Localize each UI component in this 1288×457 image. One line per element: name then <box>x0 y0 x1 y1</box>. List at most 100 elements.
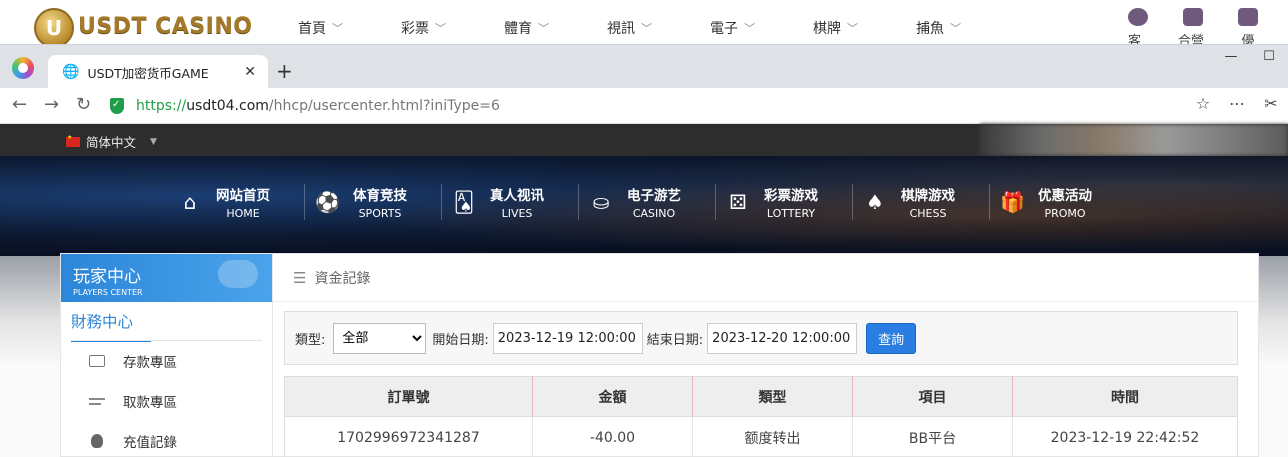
col-order-no: 訂單號 <box>284 376 533 417</box>
chevron-down-icon: ﹀ <box>641 22 652 35</box>
table-header-row: 訂單號 金額 類型 項目 時間 <box>284 376 1238 417</box>
promo-link[interactable]: 優 <box>1238 8 1258 46</box>
cash-icon <box>89 395 105 407</box>
chevron-down-icon: ﹀ <box>950 22 961 35</box>
money-bag-icon <box>91 434 103 448</box>
sidebar-item-deposit[interactable]: 存款專區 <box>61 341 272 381</box>
browser-tab[interactable]: 🌐 USDT加密货币GAME ✕ <box>48 55 268 89</box>
window-controls: — ☐ <box>1212 49 1288 64</box>
main-banner: ⌂ 网站首页 HOME ⚽ 体育竞技 SPORTS 🂡 真人视讯 LIVES ⛀ 电子游艺 CA… <box>0 156 1288 256</box>
col-amount: 金額 <box>532 376 693 417</box>
nav-chess[interactable]: ♠ 棋牌游戏 CHESS <box>853 184 990 220</box>
browser-logo-icon[interactable] <box>12 57 34 79</box>
support-link[interactable]: 客服 <box>1128 8 1148 46</box>
type-label: 類型: <box>295 332 326 348</box>
player-sidebar: 玩家中心 PLAYERS CENTER 財務中心 存款專區 取款專區 充值記錄 <box>60 253 273 457</box>
spade-icon: ♠ <box>866 190 884 214</box>
nav-casino[interactable]: ⛀ 电子游艺 CASINO <box>579 184 716 220</box>
gamepad-icon <box>218 260 258 288</box>
home-icon: ⌂ <box>183 190 197 214</box>
logo-coin-icon: U <box>34 8 74 46</box>
nav-lives[interactable]: 🂡 真人视讯 LIVES <box>442 184 579 220</box>
reload-icon[interactable]: ↻ <box>76 94 91 115</box>
card-icon <box>89 355 105 367</box>
dice-icon: ⚄ <box>729 190 747 214</box>
star-icon[interactable]: ☆ <box>1186 94 1220 113</box>
chat-icon <box>1128 8 1148 26</box>
sidebar-subtitle: PLAYERS CENTER <box>73 288 143 297</box>
sidebar-section-title[interactable]: 財務中心 <box>71 310 151 342</box>
chevron-down-icon: ﹀ <box>538 22 549 35</box>
more-icon[interactable]: ⋯ <box>1220 94 1254 113</box>
people-icon <box>1183 8 1203 26</box>
maximize-icon[interactable]: ☐ <box>1250 49 1288 64</box>
nav-lottery[interactable]: ⚄ 彩票游戏 LOTTERY <box>716 184 853 220</box>
col-time: 時間 <box>1012 376 1238 417</box>
records-table: 訂單號 金額 類型 項目 時間 1702996972341287 -40.00 … <box>284 376 1238 457</box>
search-button[interactable]: 查詢 <box>866 322 917 354</box>
partner-link[interactable]: 合營夥伴 <box>1178 8 1208 46</box>
site-logo[interactable]: U USDT CASINO <box>34 8 253 46</box>
blurred-area <box>980 124 1288 156</box>
panel-title: 資金記錄 <box>314 270 371 287</box>
sidebar-header: 玩家中心 PLAYERS CENTER <box>61 254 272 302</box>
cell-order-no: 1702996972341287 <box>284 416 533 457</box>
start-date-input[interactable] <box>492 322 643 354</box>
start-date-label: 開始日期: <box>432 332 489 348</box>
cell-time: 2023-12-19 22:42:52 <box>1050 429 1200 446</box>
cards-icon: 🂡 <box>453 190 475 214</box>
nav-home[interactable]: ⌂ 网站首页 HOME <box>168 184 305 220</box>
site-nav: 首頁 ﹀ 彩票 ﹀ 體育 ﹀ 視訊 ﹀ 電子 ﹀ 棋牌 ﹀ 捕魚 ﹀ <box>298 18 1019 38</box>
site-nav-item[interactable]: 棋牌 ﹀ <box>813 18 916 38</box>
site-header: U USDT CASINO 首頁 ﹀ 彩票 ﹀ 體育 ﹀ 視訊 ﹀ 電子 ﹀ 棋牌 ﹀ 捕魚… <box>0 0 1288 46</box>
cell-amount: -40.00 <box>532 416 693 457</box>
address-actions: ☆ ⋯ ✂ <box>1186 94 1288 113</box>
chevron-down-icon: ﹀ <box>847 22 858 35</box>
new-tab-button[interactable]: + <box>276 59 293 83</box>
url-text: https://usdt04.com/hhcp/usercenter.html?… <box>136 98 500 114</box>
end-date-input[interactable] <box>707 322 858 354</box>
url-field[interactable]: https://usdt04.com/hhcp/usercenter.html?… <box>110 92 1260 120</box>
cell-item: BB平台 <box>852 416 1013 457</box>
language-bar: 简体中文 ▼ <box>0 124 1288 156</box>
slot-icon: ⛀ <box>592 190 610 214</box>
panel-header: ☰ 資金記錄 <box>273 254 1258 302</box>
type-select[interactable]: 全部 <box>333 322 427 354</box>
site-nav-item[interactable]: 視訊 ﹀ <box>607 18 710 38</box>
address-bar: ← → ↻ https://usdt04.com/hhcp/usercenter… <box>0 88 1288 124</box>
forward-icon[interactable]: → <box>44 94 59 115</box>
site-nav-item[interactable]: 捕魚 ﹀ <box>916 18 1019 38</box>
nav-promo[interactable]: 🎁 优惠活动 PROMO <box>990 184 1127 220</box>
logo-text: USDT CASINO <box>78 13 253 39</box>
menu-icon: ☰ <box>293 268 307 287</box>
nav-sports[interactable]: ⚽ 体育竞技 SPORTS <box>305 184 442 220</box>
col-type: 類型 <box>692 376 853 417</box>
browser-tabbar: 🌐 USDT加密货币GAME ✕ + — ☐ <box>0 44 1288 89</box>
close-icon[interactable]: ✕ <box>244 64 256 80</box>
col-item: 項目 <box>852 376 1013 417</box>
back-icon[interactable]: ← <box>12 94 27 115</box>
main-nav: ⌂ 网站首页 HOME ⚽ 体育竞技 SPORTS 🂡 真人视讯 LIVES ⛀ 电子游艺 CA… <box>168 184 1127 220</box>
site-right-links: 客服 合營夥伴 優 <box>1128 8 1288 46</box>
site-nav-item[interactable]: 彩票 ﹀ <box>401 18 504 38</box>
cell-type: 额度转出 <box>692 416 853 457</box>
minimize-icon[interactable]: — <box>1212 49 1250 64</box>
caret-down-icon: ▼ <box>150 136 157 147</box>
china-flag-icon <box>66 134 80 147</box>
gift-icon: 🎁 <box>1000 190 1025 214</box>
scissors-icon[interactable]: ✂ <box>1254 94 1288 113</box>
funds-panel: ☰ 資金記錄 類型: 全部 開始日期: 結束日期: 查詢 訂單號 金額 類型 項… <box>273 253 1259 457</box>
sidebar-item-recharge-records[interactable]: 充值記錄 <box>61 421 272 457</box>
site-nav-item[interactable]: 電子 ﹀ <box>710 18 813 38</box>
chevron-down-icon: ﹀ <box>435 22 446 35</box>
sidebar-item-withdraw[interactable]: 取款專區 <box>61 381 272 421</box>
site-nav-item[interactable]: 首頁 ﹀ <box>298 18 401 38</box>
filter-bar: 類型: 全部 開始日期: 結束日期: 查詢 <box>284 311 1238 365</box>
tab-title: USDT加密货币GAME <box>87 65 209 81</box>
site-nav-item[interactable]: 體育 ﹀ <box>504 18 607 38</box>
table-row: 1702996972341287 -40.00 额度转出 BB平台 2023-1… <box>284 416 1238 457</box>
doc-icon <box>1238 8 1258 26</box>
language-select[interactable]: 简体中文 ▼ <box>66 132 157 151</box>
end-date-label: 結束日期: <box>646 332 704 348</box>
chevron-down-icon: ﹀ <box>744 22 755 35</box>
